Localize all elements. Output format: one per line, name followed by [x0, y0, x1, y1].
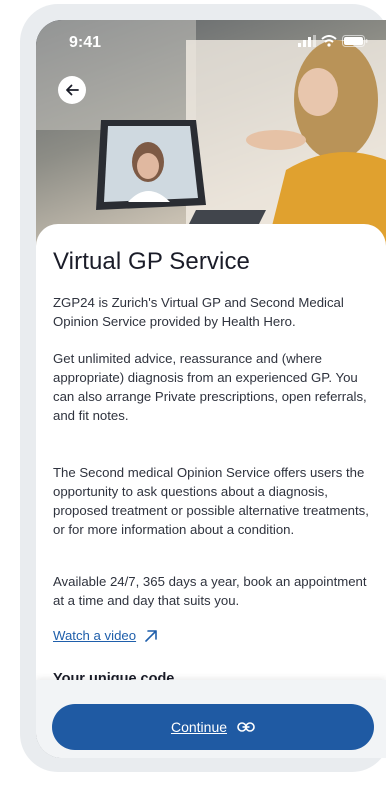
status-icons — [298, 35, 368, 47]
availability-paragraph: Available 24/7, 365 days a year, book an… — [53, 574, 367, 608]
external-arrow-icon — [145, 629, 157, 642]
phone-screen: 9:41 Virtual GP Service ZGP24 is Zurich'… — [36, 20, 386, 758]
page-title: Virtual GP Service — [53, 248, 250, 275]
link-icon — [237, 722, 255, 732]
intro-paragraph: ZGP24 is Zurich's Virtual GP and Second … — [53, 295, 344, 329]
benefits-paragraph: Get unlimited advice, reassurance and (w… — [53, 351, 367, 423]
back-button[interactable] — [58, 76, 86, 104]
arrow-left-icon — [66, 84, 79, 96]
continue-label: Continue — [170, 719, 228, 735]
wifi-icon — [321, 35, 337, 47]
hero-image: 9:41 — [36, 20, 386, 250]
status-bar: 9:41 — [36, 20, 386, 64]
signal-icon — [298, 35, 316, 47]
watch-video-link[interactable]: Watch a video — [53, 628, 158, 643]
status-time: 9:41 — [69, 34, 102, 51]
battery-icon — [342, 35, 368, 47]
watch-video-label: Watch a video — [53, 628, 137, 643]
continue-button[interactable]: Continue — [52, 704, 374, 750]
content-sheet: Virtual GP Service ZGP24 is Zurich's Vir… — [36, 224, 386, 758]
second-opinion-paragraph: The Second medical Opinion Service offer… — [53, 465, 369, 537]
